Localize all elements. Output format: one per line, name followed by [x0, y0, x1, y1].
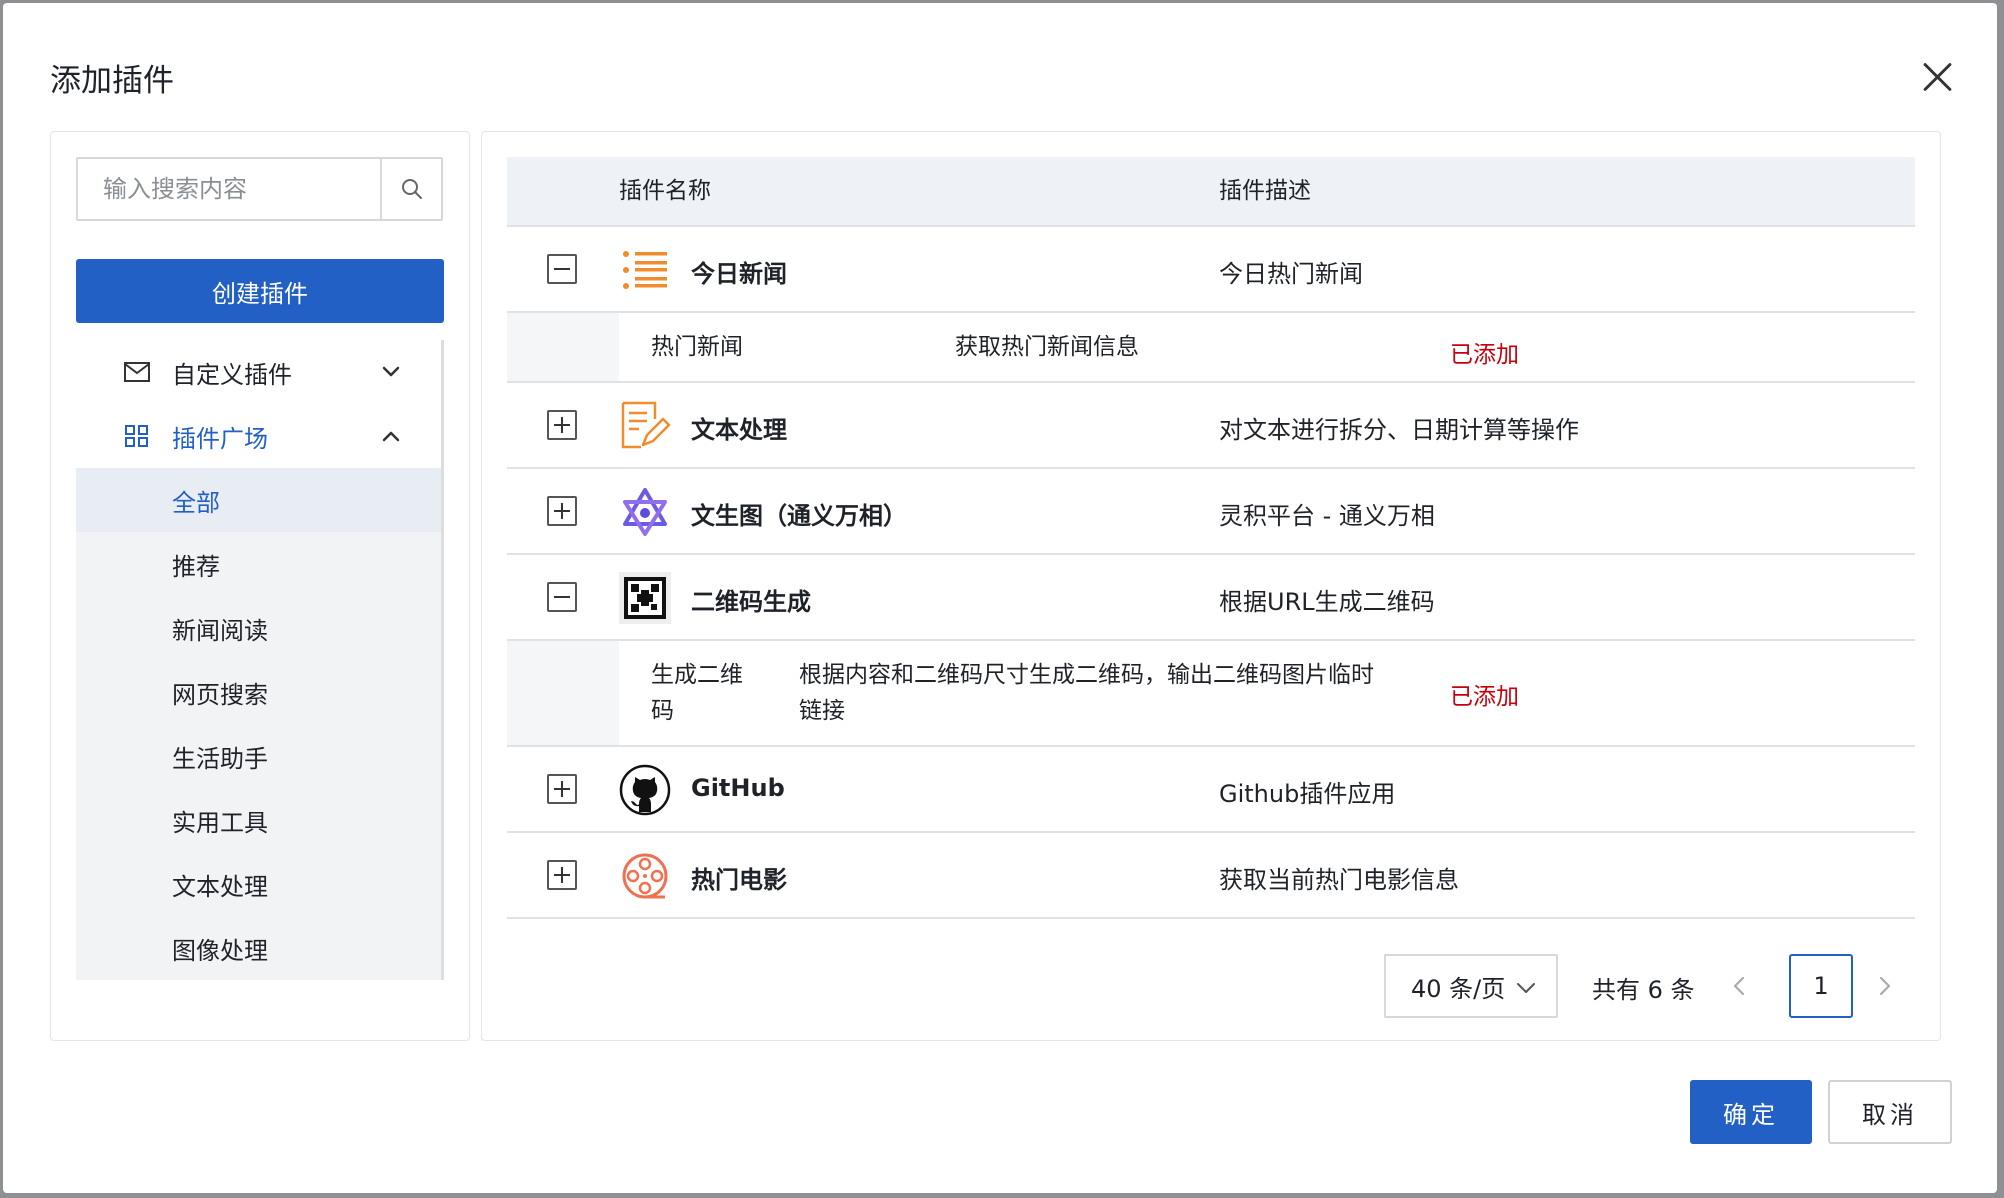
tongyi-logo-icon [623, 488, 667, 536]
chevron-down-icon [382, 366, 400, 377]
current-page-button[interactable]: 1 [1789, 954, 1853, 1018]
expand-button[interactable] [547, 860, 577, 890]
expand-button[interactable] [547, 496, 577, 526]
tool-name: 热门新闻 [651, 334, 743, 360]
plugin-list-panel: 插件名称 插件描述 今日新闻 今日热门新闻 热门新闻 获取热门新闻信息 已添加 … [481, 131, 1941, 1041]
next-page-icon[interactable] [1872, 974, 1896, 998]
tool-desc: 获取热门新闻信息 [955, 334, 1139, 360]
collapse-button[interactable] [547, 254, 577, 284]
mail-icon [124, 362, 150, 382]
total-count: 共有 6 条 [1592, 976, 1695, 1004]
grid-icon [125, 425, 148, 447]
tool-name-line: 码 [651, 698, 674, 724]
sub-row-indent [507, 641, 619, 745]
plugin-name: 文本处理 [691, 416, 787, 444]
chevron-down-icon [1517, 983, 1535, 993]
dialog-title: 添加插件 [50, 63, 174, 99]
table-row: 二维码生成 根据URL生成二维码 [507, 555, 1915, 641]
table-row: 文生图（通义万相） 灵积平台 - 通义万相 [507, 469, 1915, 555]
prev-page-icon[interactable] [1728, 974, 1752, 998]
tool-desc-line: 链接 [799, 698, 845, 724]
table-row: 文本处理 对文本进行拆分、日期计算等操作 [507, 383, 1915, 469]
tool-name: 生成二维 码 [651, 657, 743, 729]
plugin-name: 二维码生成 [691, 588, 811, 616]
column-header-desc: 插件描述 [1219, 178, 1311, 204]
plugin-name: 今日新闻 [691, 260, 787, 288]
table-header: 插件名称 插件描述 [507, 157, 1915, 227]
expand-button[interactable] [547, 410, 577, 440]
add-plugin-dialog: 添加插件 创建插件 自定义插件 插件广场 全部 推荐 新闻 [3, 3, 1997, 1193]
category-item[interactable]: 全部 [76, 468, 441, 532]
menu-group-label: 插件广场 [172, 424, 268, 453]
create-plugin-button[interactable]: 创建插件 [76, 259, 444, 323]
plugin-name: GitHub [691, 774, 785, 802]
tool-desc: 根据内容和二维码尺寸生成二维码，输出二维码图片临时 链接 [799, 657, 1374, 729]
confirm-button[interactable]: 确定 [1690, 1080, 1812, 1144]
plugin-desc: 对文本进行拆分、日期计算等操作 [1219, 416, 1579, 444]
expand-button[interactable] [547, 774, 577, 804]
menu-group-plaza[interactable]: 插件广场 [76, 404, 441, 468]
plugin-desc: 根据URL生成二维码 [1219, 588, 1435, 616]
github-icon [619, 764, 671, 816]
category-item[interactable]: 网页搜索 [76, 660, 441, 724]
category-list: 全部 推荐 新闻阅读 网页搜索 生活助手 实用工具 文本处理 图像处理 [76, 468, 441, 980]
added-status: 已添加 [1450, 342, 1519, 368]
plugin-name: 文生图（通义万相） [691, 502, 907, 530]
category-item[interactable]: 推荐 [76, 532, 441, 596]
category-item[interactable]: 文本处理 [76, 852, 441, 916]
tool-desc-line: 根据内容和二维码尺寸生成二维码，输出二维码图片临时 [799, 662, 1374, 688]
page-size-value: 40 条/页 [1411, 974, 1506, 1003]
sub-row-indent [507, 313, 619, 381]
table-row: 今日新闻 今日热门新闻 [507, 227, 1915, 313]
sub-tool-row: 生成二维 码 根据内容和二维码尺寸生成二维码，输出二维码图片临时 链接 已添加 [507, 641, 1915, 747]
film-reel-icon [622, 853, 668, 899]
cancel-button[interactable]: 取消 [1828, 1080, 1952, 1144]
qrcode-icon [619, 572, 671, 624]
search-input[interactable] [78, 159, 380, 219]
category-panel: 创建插件 自定义插件 插件广场 全部 推荐 新闻阅读 网页搜索 生活助手 实用工… [50, 131, 470, 1041]
sub-tool-row: 热门新闻 获取热门新闻信息 已添加 [507, 313, 1915, 383]
category-menu: 自定义插件 插件广场 全部 推荐 新闻阅读 网页搜索 生活助手 实用工具 文本处… [76, 340, 444, 980]
search-button[interactable] [380, 159, 441, 219]
table-row: GitHub Github插件应用 [507, 747, 1915, 833]
plugin-name: 热门电影 [691, 866, 787, 894]
category-item[interactable]: 实用工具 [76, 788, 441, 852]
list-icon [623, 251, 667, 289]
column-header-name: 插件名称 [619, 178, 711, 204]
close-icon[interactable] [1915, 55, 1959, 99]
menu-group-label: 自定义插件 [172, 360, 292, 389]
chevron-up-icon [382, 431, 400, 442]
category-item[interactable]: 生活助手 [76, 724, 441, 788]
category-item[interactable]: 新闻阅读 [76, 596, 441, 660]
tool-name-line: 生成二维 [651, 662, 743, 688]
plugin-desc: Github插件应用 [1219, 780, 1396, 808]
menu-group-custom[interactable]: 自定义插件 [76, 340, 441, 404]
page-size-select[interactable]: 40 条/页 [1384, 954, 1558, 1018]
search-icon [401, 179, 422, 199]
search-box [76, 157, 443, 221]
added-status: 已添加 [1450, 684, 1519, 710]
plugin-desc: 获取当前热门电影信息 [1219, 866, 1459, 894]
plugin-desc: 今日热门新闻 [1219, 260, 1363, 288]
note-edit-icon [621, 401, 671, 449]
plugin-desc: 灵积平台 - 通义万相 [1219, 502, 1435, 530]
table-row: 热门电影 获取当前热门电影信息 [507, 833, 1915, 919]
category-item[interactable]: 图像处理 [76, 916, 441, 980]
collapse-button[interactable] [547, 582, 577, 612]
